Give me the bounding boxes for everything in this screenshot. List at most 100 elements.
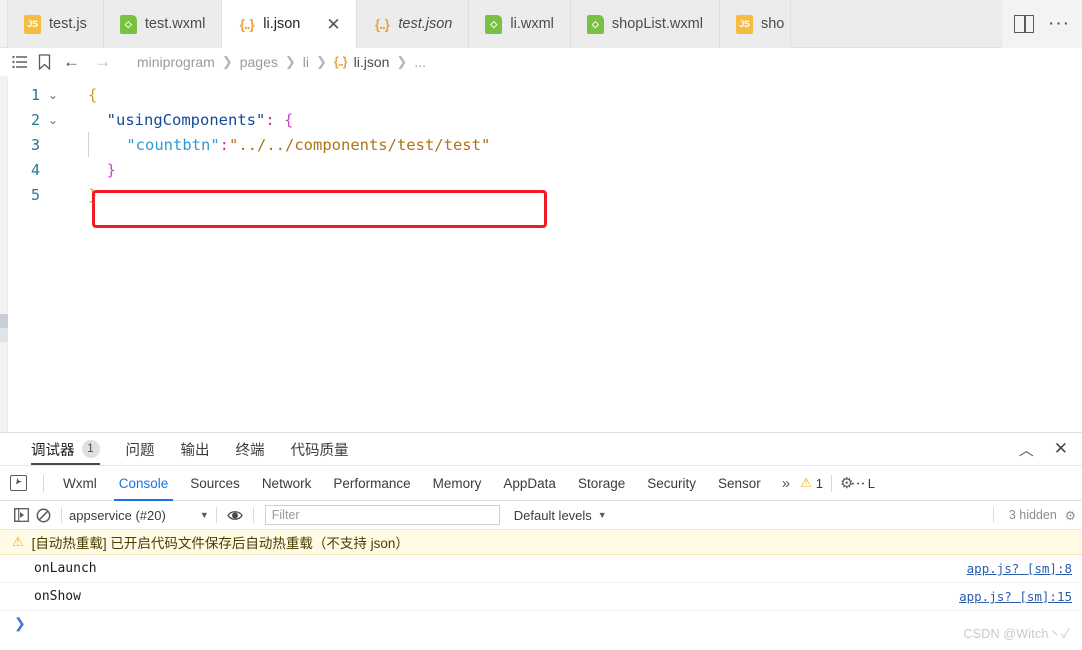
gutter-line-5[interactable]: 5 bbox=[8, 182, 100, 207]
tab-close-icon[interactable]: ✕ bbox=[326, 16, 340, 33]
editor-tab-sho[interactable]: JS sho bbox=[719, 0, 792, 48]
tab-label: test.wxml bbox=[144, 15, 206, 32]
console-output[interactable]: ⚠ [自动热重载] 已开启代码文件保存后自动热重载（不支持 json） onLa… bbox=[0, 530, 1082, 635]
code-line-3[interactable]: "countbtn": "../../components/test/test" bbox=[88, 132, 1082, 157]
list-icon[interactable] bbox=[12, 55, 28, 69]
editor-tab-test-wxml[interactable]: ◇ test.wxml bbox=[103, 0, 223, 48]
code-token: "usingComponents" bbox=[106, 110, 266, 129]
panel-tab-代码质量[interactable]: 代码质量 bbox=[278, 433, 362, 466]
devtools-tab-network[interactable]: Network bbox=[251, 466, 323, 501]
devtools-tab-storage[interactable]: Storage bbox=[567, 466, 636, 501]
gutter-line-4[interactable]: 4 bbox=[8, 157, 100, 182]
console-prompt[interactable]: ❯ bbox=[0, 611, 1082, 635]
devtools-tab-wxml[interactable]: Wxml bbox=[52, 466, 108, 501]
code-line-2[interactable]: "usingComponents": { bbox=[88, 107, 1082, 132]
json-file-icon: {..} bbox=[239, 16, 255, 32]
code-line-5[interactable]: } bbox=[88, 182, 1082, 207]
devtools-tab-bar: WxmlConsoleSourcesNetworkPerformanceMemo… bbox=[0, 466, 1082, 501]
console-warning-row[interactable]: ⚠ [自动热重载] 已开启代码文件保存后自动热重载（不支持 json） bbox=[0, 530, 1082, 555]
console-context-selector[interactable]: appservice (#20) ▼ bbox=[69, 508, 209, 523]
editor-tab-test-js[interactable]: JS test.js bbox=[8, 0, 104, 48]
gutter-line-2[interactable]: 2 ⌄ bbox=[8, 107, 100, 132]
panel-tab-badge: 1 bbox=[81, 440, 100, 458]
devtools-overflow-icon[interactable]: » bbox=[772, 475, 800, 492]
editor-tab-shoplist-wxml[interactable]: ◇ shopList.wxml bbox=[570, 0, 720, 48]
line-number: 1 bbox=[30, 85, 40, 104]
breadcrumb-ellipsis[interactable]: ... bbox=[414, 54, 426, 70]
devtools-tab-sources[interactable]: Sources bbox=[179, 466, 251, 501]
more-actions-icon[interactable]: ··· bbox=[1048, 14, 1070, 34]
tab-label: test.js bbox=[49, 15, 87, 32]
devtools-tab-security[interactable]: Security bbox=[636, 466, 707, 501]
editor-tab-li-json[interactable]: {..} li.json ✕ bbox=[222, 0, 358, 48]
breadcrumb-segment-miniprogram[interactable]: miniprogram bbox=[137, 54, 215, 70]
console-sidebar-icon[interactable] bbox=[10, 508, 32, 522]
editor-tab-test-json[interactable]: {..} test.json bbox=[357, 0, 470, 48]
code-token: : bbox=[265, 110, 275, 129]
console-message-source-link[interactable]: app.js? [sm]:15 bbox=[959, 589, 1082, 604]
inspect-element-icon[interactable] bbox=[10, 475, 27, 491]
panel-tab-label: 问题 bbox=[125, 442, 155, 459]
breadcrumb: ← → miniprogram ❯ pages ❯ li ❯ {..} li.json ❯... bbox=[0, 48, 1082, 76]
indent-guide bbox=[88, 132, 89, 157]
divider-2 bbox=[831, 474, 833, 492]
code-token: } bbox=[106, 160, 117, 179]
gutter-line-1[interactable]: 1 ⌄ bbox=[8, 82, 100, 107]
console-message-row[interactable]: onShow app.js? [sm]:15 bbox=[0, 583, 1082, 611]
collapse-panel-icon[interactable]: ︿ bbox=[1019, 439, 1034, 460]
editor-tab-li-wxml[interactable]: ◇ li.wxml bbox=[469, 0, 571, 48]
panel-tab-输出[interactable]: 输出 bbox=[168, 433, 223, 466]
hidden-messages-label[interactable]: 3 hidden bbox=[1009, 508, 1057, 522]
console-filter-input[interactable]: Filter bbox=[264, 505, 500, 525]
warning-triangle-icon-2: ⚠ bbox=[12, 534, 24, 549]
bookmark-icon[interactable] bbox=[38, 54, 51, 70]
breadcrumb-segment-pages[interactable]: pages bbox=[240, 54, 278, 70]
clear-console-icon[interactable] bbox=[32, 508, 54, 523]
js-file-icon: JS bbox=[735, 14, 753, 34]
close-panel-icon[interactable]: ✕ bbox=[1054, 439, 1068, 459]
live-expression-icon[interactable] bbox=[224, 509, 246, 522]
editor-code-area[interactable]: { "usingComponents": { "countbtn": "../..… bbox=[88, 82, 1082, 207]
split-editor-icon[interactable] bbox=[1014, 15, 1035, 33]
gutter-line-3[interactable]: 3 bbox=[8, 132, 100, 157]
wxml-file-icon: ◇ bbox=[119, 14, 137, 34]
navigate-back-icon[interactable]: ← bbox=[61, 52, 82, 72]
console-message-source-link[interactable]: app.js? [sm]:8 bbox=[967, 561, 1082, 576]
code-token: { bbox=[284, 110, 294, 129]
console-toolbar-right: 3 hidden ⚙ bbox=[986, 507, 1082, 523]
divider-3 bbox=[61, 507, 62, 523]
chevron-down-icon-2: ▼ bbox=[597, 510, 607, 520]
breadcrumb-file[interactable]: li.json bbox=[354, 54, 390, 70]
fold-toggle-icon[interactable]: ⌄ bbox=[40, 88, 66, 102]
line-number: 4 bbox=[30, 160, 40, 179]
panel-tab-问题[interactable]: 问题 bbox=[113, 433, 168, 466]
wxml-file-icon: ◇ bbox=[586, 14, 604, 34]
tab-label: sho bbox=[760, 15, 785, 32]
console-message-row[interactable]: onLaunch app.js? [sm]:8 bbox=[0, 555, 1082, 583]
devtools-tab-performance[interactable]: Performance bbox=[322, 466, 421, 501]
fold-toggle-icon[interactable]: ⌄ bbox=[40, 113, 66, 127]
code-line-4[interactable]: } bbox=[88, 157, 1082, 182]
console-message-list: onLaunch app.js? [sm]:8 onShow app.js? [sm]… bbox=[0, 555, 1082, 611]
code-line-1[interactable]: { bbox=[88, 82, 1082, 107]
console-settings-icon[interactable]: ⚙ bbox=[1065, 508, 1076, 523]
kebab-menu-icon[interactable]: ⋮ bbox=[850, 476, 867, 491]
watermark: CSDN @Witch丶✓ bbox=[963, 627, 1070, 641]
code-editor[interactable]: 1 ⌄ 2 ⌄ 3 4 5 { "usingComponents": { "countbtn… bbox=[0, 76, 1082, 432]
devtools-tab-memory[interactable]: Memory bbox=[422, 466, 493, 501]
panel-tab-调试器[interactable]: 调试器 1 bbox=[18, 433, 113, 466]
editor-gutter[interactable]: 1 ⌄ 2 ⌄ 3 4 5 bbox=[8, 82, 100, 207]
tab-label: li.wxml bbox=[510, 15, 554, 32]
editor-edge-marker bbox=[0, 314, 8, 328]
console-levels-selector[interactable]: Default levels ▼ bbox=[514, 508, 607, 523]
devtools-tab-sensor[interactable]: Sensor bbox=[707, 466, 772, 501]
navigate-forward-icon[interactable]: → bbox=[92, 52, 113, 72]
devtools-tab-appdata[interactable]: AppData bbox=[492, 466, 567, 501]
devtools-tab-console[interactable]: Console bbox=[108, 466, 180, 501]
breadcrumb-segment-li[interactable]: li bbox=[303, 54, 309, 70]
panel-tab-终端[interactable]: 终端 bbox=[223, 433, 278, 466]
